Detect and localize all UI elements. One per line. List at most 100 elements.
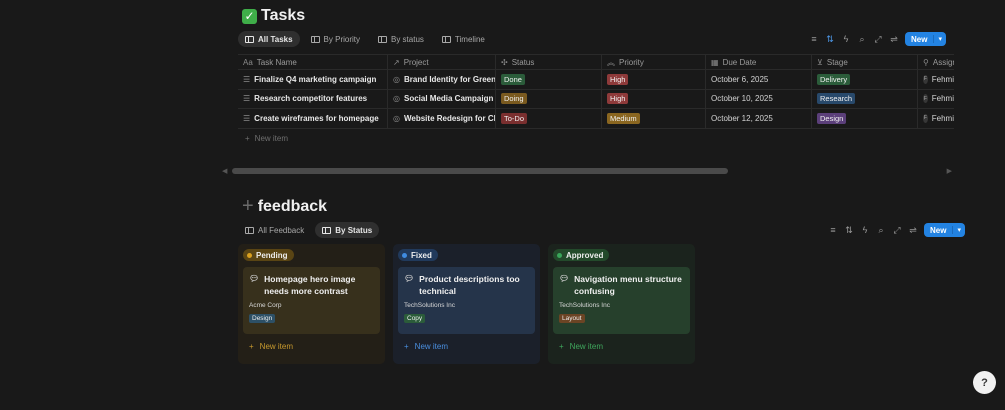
chevron-down-icon[interactable]: ▾	[952, 226, 965, 234]
tasks-view-tabs: All Tasks By Priority By status Timeline	[238, 31, 492, 47]
priority-badge: High	[607, 73, 629, 85]
comment-icon: 💬︎	[404, 274, 415, 283]
tasks-table: Aa Task Name ↗ Project ✣ Status ︽ Priority ▦…	[238, 54, 954, 129]
column-new-item[interactable]: + New item	[559, 342, 603, 351]
table-icon	[245, 226, 254, 234]
tasks-toolbar: ≡ ⇅ ϟ ⌕ ⤢ ⇌ New ▾	[809, 32, 946, 46]
relation-arrow-icon: ↗	[393, 57, 400, 67]
checklist-icon: ☰	[243, 94, 251, 104]
status-dot	[402, 252, 407, 258]
priority-badge: Medium	[607, 112, 640, 124]
board-column-pending: Pending 💬︎ Homepage hero image needs more…	[238, 244, 385, 364]
feedback-title[interactable]: feedback	[258, 198, 327, 216]
plus-icon: +	[242, 195, 254, 217]
status-dot	[557, 252, 562, 258]
priority-badge: High	[607, 93, 629, 105]
chevron-down-icon[interactable]: ▾	[933, 35, 946, 43]
status-dot	[247, 252, 252, 258]
tab-all-feedback[interactable]: All Feedback	[238, 222, 311, 238]
col-project[interactable]: ↗ Project	[388, 55, 496, 69]
scroll-right-icon[interactable]: ▶	[947, 167, 952, 175]
text-property-icon: Aa	[243, 57, 253, 67]
tab-by-priority[interactable]: By Priority	[304, 31, 367, 47]
filter-icon[interactable]: ≡	[809, 34, 819, 44]
stage-badge: Design	[817, 112, 847, 124]
card-title: Navigation menu structure confusing	[574, 274, 682, 296]
settings-sliders-icon[interactable]: ⇌	[908, 225, 918, 236]
feedback-card[interactable]: 💬︎ Product descriptions too technical Tec…	[398, 267, 535, 334]
board-icon	[310, 35, 320, 43]
expand-icon[interactable]: ⤢	[892, 225, 902, 236]
help-button[interactable]: ?	[973, 371, 996, 394]
filter-icon[interactable]: ≡	[828, 225, 838, 235]
feedback-card[interactable]: 💬︎ Navigation menu structure confusing Te…	[553, 267, 690, 334]
assignee-name: Fehmi	[931, 94, 954, 104]
automation-bolt-icon[interactable]: ϟ	[841, 34, 851, 44]
due-date: October 6, 2025	[711, 74, 769, 84]
avatar: F	[923, 74, 928, 84]
search-icon[interactable]: ⌕	[857, 34, 867, 45]
col-task-name[interactable]: Aa Task Name	[238, 55, 388, 69]
plus-icon: +	[249, 342, 254, 351]
scrollbar-thumb[interactable]	[232, 168, 728, 174]
col-status[interactable]: ✣ Status	[496, 55, 602, 69]
sort-icon[interactable]: ⇅	[844, 225, 854, 236]
tasks-new-item[interactable]: + New item	[245, 134, 288, 143]
card-tag: Design	[249, 314, 276, 323]
select-icon: ⊻	[817, 57, 823, 67]
card-tag: Copy	[404, 314, 426, 323]
card-tag: Layout	[559, 314, 585, 323]
horizontal-scrollbar[interactable]: ◀ ▶	[222, 165, 952, 177]
project-globe-icon: ◎	[393, 74, 400, 84]
tasks-title-row: ✓ Tasks	[242, 5, 305, 27]
board-column-approved: Approved 💬︎ Navigation menu structure con…	[548, 244, 695, 364]
stage-badge: Research	[817, 93, 856, 105]
tab-by-status[interactable]: By status	[371, 31, 431, 47]
table-row[interactable]: ☰ Create wireframes for homepage ◎ Website…	[238, 109, 954, 129]
search-icon[interactable]: ⌕	[876, 225, 886, 236]
checklist-icon: ☰	[243, 74, 251, 84]
feedback-card[interactable]: 💬︎ Homepage hero image needs more contras…	[243, 267, 380, 334]
project-globe-icon: ◎	[393, 94, 400, 104]
avatar: F	[923, 94, 928, 104]
settings-sliders-icon[interactable]: ⇌	[889, 34, 899, 45]
scroll-left-icon[interactable]: ◀	[222, 167, 227, 175]
task-name: Finalize Q4 marketing campaign	[254, 74, 377, 84]
status-badge[interactable]: Pending	[243, 249, 294, 261]
board-icon	[378, 35, 387, 43]
tab-by-status[interactable]: By Status	[315, 222, 380, 238]
tab-all-tasks[interactable]: All Tasks	[238, 31, 300, 47]
sort-icon[interactable]: ⇅	[825, 34, 835, 45]
feedback-new-button[interactable]: New ▾	[924, 223, 965, 237]
priority-chevron-icon: ︽	[607, 57, 615, 67]
task-name: Research competitor features	[254, 94, 368, 104]
due-date: October 10, 2025	[711, 94, 773, 104]
tasks-new-button[interactable]: New ▾	[905, 32, 946, 46]
col-stage[interactable]: ⊻ Stage	[812, 55, 918, 69]
expand-icon[interactable]: ⤢	[873, 34, 883, 45]
col-due-date[interactable]: ▦ Due Date	[706, 55, 812, 69]
tasks-title[interactable]: Tasks	[261, 7, 305, 25]
table-row[interactable]: ☰ Finalize Q4 marketing campaign ◎ Brand I…	[238, 70, 954, 90]
feedback-toolbar: ≡ ⇅ ϟ ⌕ ⤢ ⇌ New ▾	[828, 223, 965, 237]
col-priority[interactable]: ︽ Priority	[602, 55, 706, 69]
feedback-board: Pending 💬︎ Homepage hero image needs more…	[238, 244, 695, 364]
card-title: Product descriptions too technical	[419, 274, 520, 296]
table-row[interactable]: ☰ Research competitor features ◎ Social Me…	[238, 89, 954, 109]
status-icon: ✣	[501, 57, 508, 67]
status-badge[interactable]: Approved	[553, 249, 610, 261]
col-assign[interactable]: ⚲Assign	[918, 55, 954, 69]
column-new-item[interactable]: + New item	[404, 342, 448, 351]
card-client: TechSolutions Inc	[559, 302, 610, 309]
status-badge: Doing	[501, 93, 527, 105]
table-icon	[245, 35, 254, 43]
tab-timeline[interactable]: Timeline	[435, 31, 492, 47]
automation-bolt-icon[interactable]: ϟ	[860, 225, 870, 235]
status-badge[interactable]: Fixed	[398, 249, 438, 261]
card-title: Homepage hero image needs more contrast	[264, 274, 356, 296]
project-name: Social Media Campaign for	[403, 94, 495, 104]
column-new-item[interactable]: + New item	[249, 342, 293, 351]
board-column-fixed: Fixed 💬︎ Product descriptions too technic…	[393, 244, 540, 364]
assignee-name: Fehmi	[931, 113, 954, 123]
assignee-name: Fehmi	[931, 74, 954, 84]
